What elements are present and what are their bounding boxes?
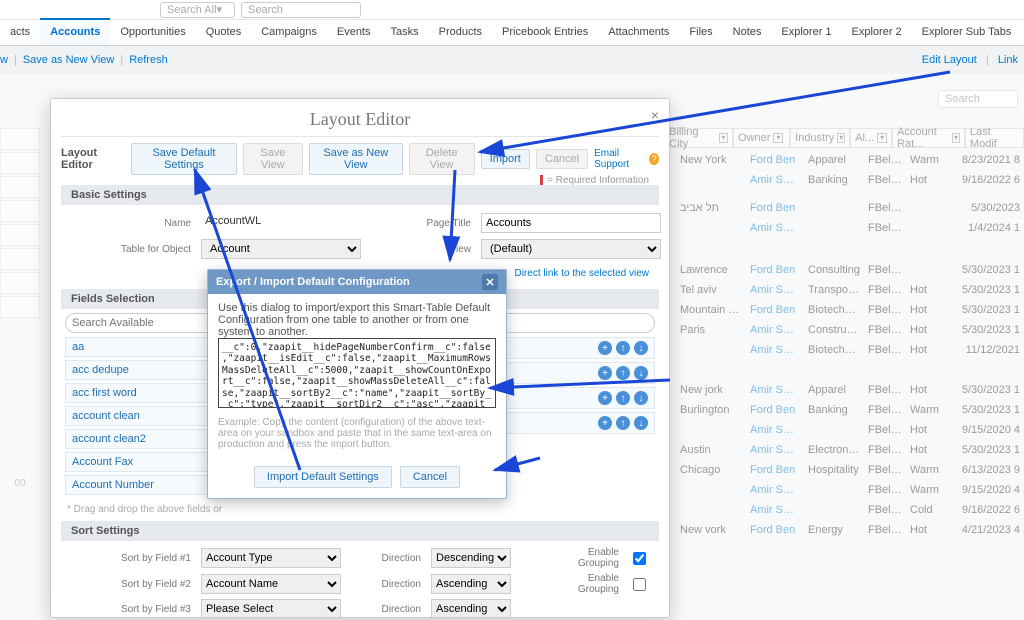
- save-as-new-view-button[interactable]: Save as New View: [309, 143, 402, 175]
- close-icon[interactable]: ×: [651, 107, 659, 123]
- export-import-dialog: Export / Import Default Configuration ✕ …: [207, 269, 507, 499]
- config-textarea[interactable]: __c":0,"zaapit__hidePageNumberConfirm__c…: [218, 338, 496, 408]
- down-icon[interactable]: ↓: [634, 391, 648, 405]
- global-search-input[interactable]: Search: [241, 2, 361, 18]
- sort-field-2-label: Sort by Field #2: [71, 579, 191, 590]
- tab-opportunities[interactable]: Opportunities: [110, 20, 195, 45]
- sort-dir-3-select[interactable]: Ascending: [431, 599, 511, 618]
- global-search-scope[interactable]: Search All ▾: [160, 2, 235, 18]
- tab-notes[interactable]: Notes: [723, 20, 772, 45]
- dialog-cancel-button[interactable]: Cancel: [400, 466, 460, 488]
- link-edit-layout[interactable]: Edit Layout: [922, 54, 977, 66]
- enable-grouping-2-checkbox[interactable]: [633, 578, 646, 591]
- email-support-link[interactable]: Email Support: [594, 148, 645, 170]
- export-import-dialog-title: Export / Import Default Configuration: [216, 276, 410, 288]
- section-sort-settings: Sort Settings: [61, 521, 659, 541]
- page-title-label: Page Title: [371, 218, 471, 229]
- delete-view-button[interactable]: Delete View: [409, 143, 475, 175]
- tab-products[interactable]: Products: [429, 20, 492, 45]
- sort-field-1-label: Sort by Field #1: [71, 553, 191, 564]
- top-search-strip: Search All ▾ Search: [0, 0, 1024, 20]
- sort-dir-2-label: Direction: [351, 579, 421, 590]
- tab-bar: acts Accounts Opportunities Quotes Campa…: [0, 20, 1024, 46]
- up-icon[interactable]: ↑: [616, 391, 630, 405]
- tab-pricebook-entries[interactable]: Pricebook Entries: [492, 20, 598, 45]
- page-title-input[interactable]: [481, 213, 661, 233]
- layout-editor-modal: Layout Editor × Layout Editor Save Defau…: [50, 98, 670, 618]
- up-icon[interactable]: ↑: [616, 366, 630, 380]
- tab-files[interactable]: Files: [679, 20, 722, 45]
- sort-dir-3-label: Direction: [351, 604, 421, 615]
- tab-explorer-1[interactable]: Explorer 1: [771, 20, 841, 45]
- up-icon[interactable]: ↑: [616, 341, 630, 355]
- down-icon[interactable]: ↓: [634, 416, 648, 430]
- view-select[interactable]: (Default): [481, 239, 661, 259]
- sort-dir-1-label: Direction: [351, 553, 421, 564]
- link-w[interactable]: w: [0, 54, 8, 66]
- drag-note: * Drag and drop the above fields or: [51, 502, 669, 517]
- dialog-example-text: Example: Copy the content (configuration…: [218, 417, 496, 450]
- add-icon[interactable]: +: [598, 416, 612, 430]
- link-save-as-new-view[interactable]: Save as New View: [23, 54, 115, 66]
- cancel-button[interactable]: Cancel: [536, 149, 588, 169]
- enable-grouping-1-label: Enable Grouping: [559, 547, 619, 569]
- direct-link[interactable]: Direct link to the selected view: [514, 268, 649, 279]
- sort-field-3-select[interactable]: Please Select: [201, 599, 341, 618]
- down-icon[interactable]: ↓: [634, 341, 648, 355]
- sort-dir-1-select[interactable]: Descending: [431, 548, 511, 568]
- view-label: View: [371, 244, 471, 255]
- dialog-intro-text: Use this dialog to import/export this Sm…: [218, 302, 496, 338]
- tab-tasks[interactable]: Tasks: [381, 20, 429, 45]
- layout-editor-title: Layout Editor: [51, 99, 669, 136]
- tab-campaigns[interactable]: Campaigns: [251, 20, 327, 45]
- section-basic-settings: Basic Settings: [61, 185, 659, 205]
- import-button[interactable]: Import: [481, 149, 530, 169]
- tab-quotes[interactable]: Quotes: [196, 20, 251, 45]
- sort-field-3-label: Sort by Field #3: [71, 604, 191, 615]
- import-default-settings-button[interactable]: Import Default Settings: [254, 466, 392, 488]
- tab-explorer-2[interactable]: Explorer 2: [842, 20, 912, 45]
- sort-field-1-select[interactable]: Account Type: [201, 548, 341, 568]
- enable-grouping-2-label: Enable Grouping: [559, 573, 619, 595]
- help-icon[interactable]: ?: [649, 153, 659, 165]
- save-view-button[interactable]: Save View: [243, 143, 304, 175]
- name-label: Name: [71, 218, 191, 229]
- up-icon[interactable]: ↑: [616, 416, 630, 430]
- tab-attachments[interactable]: Attachments: [598, 20, 679, 45]
- sort-dir-2-select[interactable]: Ascending: [431, 574, 511, 594]
- add-icon[interactable]: +: [598, 391, 612, 405]
- sort-field-2-select[interactable]: Account Name: [201, 574, 341, 594]
- link-refresh[interactable]: Refresh: [129, 54, 168, 66]
- tab-events[interactable]: Events: [327, 20, 381, 45]
- tab-acts[interactable]: acts: [0, 20, 40, 45]
- view-action-row: w | Save as New View | Refresh Edit Layo…: [0, 46, 1024, 74]
- name-value: AccountWL: [201, 213, 361, 233]
- add-icon[interactable]: +: [598, 366, 612, 380]
- link-link[interactable]: Link: [998, 54, 1018, 66]
- dialog-close-icon[interactable]: ✕: [482, 274, 498, 290]
- save-default-settings-button[interactable]: Save Default Settings: [131, 143, 236, 175]
- table-for-object-select[interactable]: Account: [201, 239, 361, 259]
- table-for-object-label: Table for Object: [71, 244, 191, 255]
- tab-explorer-sub-tabs[interactable]: Explorer Sub Tabs: [912, 20, 1022, 45]
- layout-editor-heading: Layout Editor: [61, 147, 119, 171]
- add-icon[interactable]: +: [598, 341, 612, 355]
- required-info-legend: = Required Information: [540, 175, 649, 186]
- enable-grouping-1-checkbox[interactable]: [633, 552, 646, 565]
- tab-accounts[interactable]: Accounts: [40, 18, 110, 45]
- down-icon[interactable]: ↓: [634, 366, 648, 380]
